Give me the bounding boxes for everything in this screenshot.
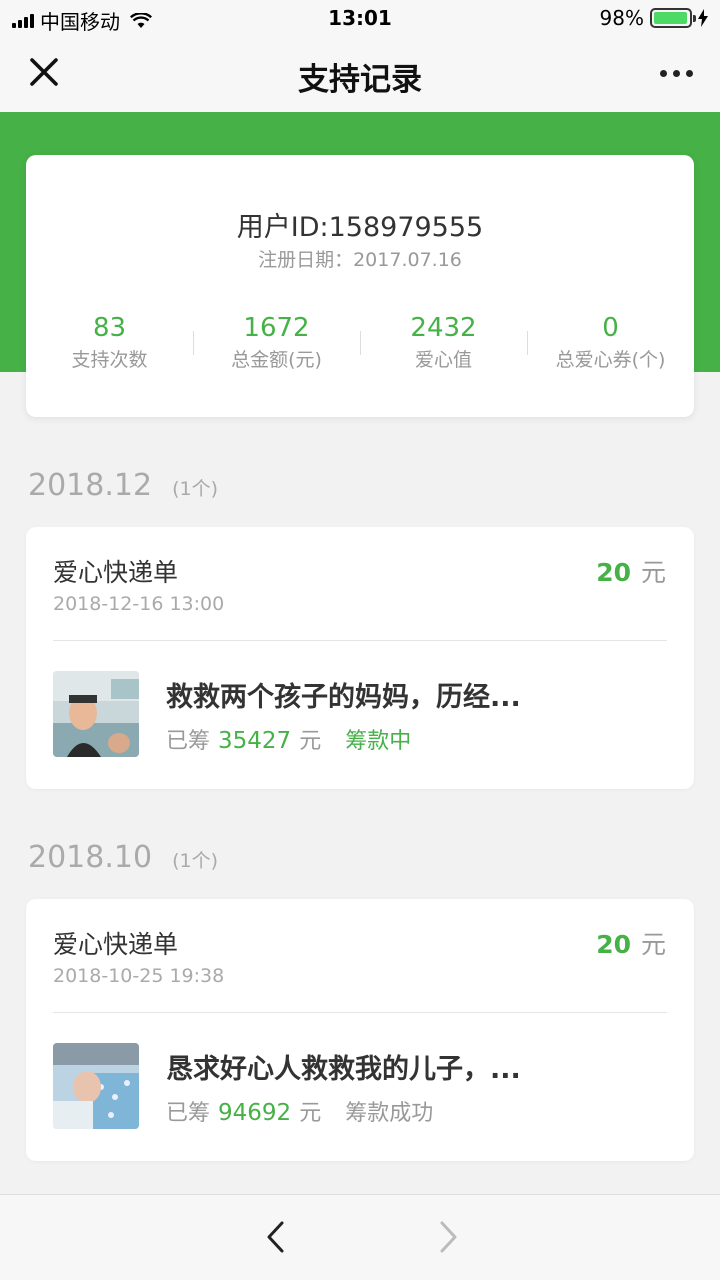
raised-label: 已筹 [166, 1101, 211, 1126]
divider [53, 1012, 667, 1013]
status-right: 98% [600, 6, 708, 30]
charging-icon [698, 9, 708, 27]
raised-info: 已筹 35427 元 筹款中 [166, 723, 411, 755]
raised-unit: 元 [299, 1101, 322, 1126]
raised-info: 已筹 94692 元 筹款成功 [166, 1095, 433, 1127]
stat-value: 2432 [410, 313, 477, 343]
stat-total-amount: 1672 总金额(元) [193, 313, 360, 372]
stat-label: 支持次数 [71, 349, 148, 371]
campaign-status: 筹款成功 [345, 1101, 434, 1126]
record-amount: 20 元 [596, 925, 666, 961]
battery-icon [650, 8, 696, 28]
amount-unit: 元 [640, 930, 666, 959]
raised-unit: 元 [299, 729, 322, 754]
status-bar: 中国移动 13:01 98% [0, 0, 720, 36]
raised-label: 已筹 [166, 729, 211, 754]
month-header: 2018.12 (1个) [28, 468, 218, 503]
more-icon[interactable] [654, 58, 698, 88]
registration-date: 注册日期：2017.07.16 [258, 249, 462, 271]
nav-bar: 支持记录 [0, 36, 720, 112]
user-summary-card: 用户ID:158979555 注册日期：2017.07.16 83 支持次数 1… [26, 155, 694, 417]
stat-label: 总爱心券(个) [555, 349, 666, 371]
campaign-status: 筹款中 [345, 729, 412, 754]
amount-unit: 元 [640, 558, 666, 587]
month-label: 2018.10 [28, 840, 153, 875]
project-title: 恳求好心人救救我的儿子，... [166, 1054, 521, 1085]
project-title: 救救两个孩子的妈妈，历经... [166, 682, 521, 713]
donation-record[interactable]: 爱心快递单 2018-10-25 19:38 20 元 恳求好心人救救我的儿子，.… [26, 899, 694, 1161]
donation-record[interactable]: 爱心快递单 2018-12-16 13:00 20 元 救救两个孩子的妈妈，历经.… [26, 527, 694, 789]
month-label: 2018.12 [28, 468, 153, 503]
divider [53, 640, 667, 641]
stat-value: 0 [602, 313, 619, 343]
month-count: (1个) [172, 850, 218, 872]
project-thumbnail [53, 671, 139, 757]
stat-label: 爱心值 [414, 349, 472, 371]
stat-love-points: 2432 爱心值 [360, 313, 527, 372]
stat-support-count: 83 支持次数 [26, 313, 193, 372]
page-title: 支持记录 [298, 62, 422, 98]
record-type: 爱心快递单 [53, 930, 179, 959]
stats-row: 83 支持次数 1672 总金额(元) 2432 爱心值 0 总爱心券(个) [26, 313, 694, 372]
browser-toolbar [0, 1194, 720, 1280]
project-thumbnail [53, 1043, 139, 1129]
back-arrow-icon[interactable] [262, 1219, 292, 1255]
amount-value: 20 [596, 930, 631, 959]
raised-value: 94692 [218, 1100, 292, 1126]
stat-love-coupons: 0 总爱心券(个) [527, 313, 694, 372]
record-amount: 20 元 [596, 553, 666, 589]
amount-value: 20 [596, 558, 631, 587]
raised-value: 35427 [218, 728, 292, 754]
record-date: 2018-10-25 19:38 [53, 965, 225, 987]
stat-label: 总金额(元) [231, 349, 322, 371]
forward-arrow-icon[interactable] [432, 1219, 462, 1255]
battery-fill [654, 12, 688, 24]
month-count: (1个) [172, 478, 218, 500]
month-header: 2018.10 (1个) [28, 840, 218, 875]
stat-value: 1672 [243, 313, 310, 343]
stat-value: 83 [92, 313, 127, 343]
user-id: 用户ID:158979555 [236, 212, 484, 243]
battery-percent: 98% [599, 6, 644, 30]
record-type: 爱心快递单 [53, 558, 179, 587]
record-date: 2018-12-16 13:00 [53, 593, 225, 615]
